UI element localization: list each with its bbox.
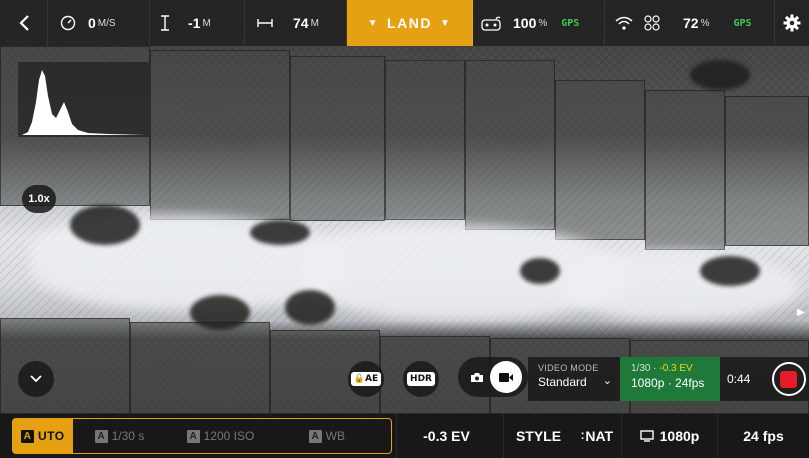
camera-icon: [470, 372, 484, 383]
video-mode-label: VIDEO MODE: [538, 363, 599, 373]
exposure-mode-group: A UTO A 1/30 s A 1200 ISO A WB: [12, 418, 392, 454]
iso-button[interactable]: A 1200 ISO: [186, 419, 309, 453]
top-status-bar: 0 M/S -1 M 74 M ▼ LAND ▼ 100 % GPS 72 % …: [0, 0, 809, 46]
speed-unit: M/S: [97, 17, 116, 29]
picture-style-value: NAT: [585, 428, 614, 444]
feed-gabion: [150, 50, 290, 220]
ev-button[interactable]: -0.3 EV: [396, 414, 496, 458]
speed-readout: 0 M/S: [48, 0, 150, 46]
distance-value: 74: [293, 15, 309, 31]
drone-battery-unit: %: [700, 17, 710, 29]
video-icon: [498, 372, 514, 383]
ae-lock-button[interactable]: 🔒AE: [348, 361, 384, 397]
resolution-icon: [639, 430, 654, 442]
controller-gps-indicator: GPS: [561, 17, 580, 29]
feed-seaweed: [190, 295, 250, 330]
ae-lock-text: AE: [365, 374, 379, 384]
altitude-unit: M: [202, 17, 211, 29]
wb-badge: A: [308, 429, 322, 443]
video-mode-selector[interactable]: VIDEO MODE Standard ⌄: [528, 357, 620, 401]
zoom-indicator[interactable]: 1.0x: [22, 185, 56, 213]
picture-style-button[interactable]: ⁚ NAT: [573, 414, 621, 458]
feed-gabion: [385, 60, 465, 220]
feed-seaweed: [690, 60, 750, 90]
shutter-badge: A: [94, 429, 108, 443]
wb-label: WB: [325, 429, 345, 443]
feed-seaweed: [700, 256, 760, 286]
altitude-readout: -1 M: [150, 0, 245, 46]
land-button[interactable]: ▼ LAND ▼: [347, 0, 473, 46]
hdr-label: HDR: [407, 372, 435, 386]
collapse-button[interactable]: [18, 361, 54, 397]
wifi-icon: [615, 16, 633, 30]
recording-timer: 0:44: [720, 357, 768, 401]
resolution-button[interactable]: 1080p: [621, 414, 717, 458]
controller-battery-unit: %: [538, 17, 548, 29]
altitude-value: -1: [188, 15, 201, 31]
back-button[interactable]: [0, 0, 48, 46]
recording-settings-panel[interactable]: 1/30 · -0.3 EV 1080p · 24fps: [620, 357, 720, 401]
stop-icon: [780, 370, 797, 388]
controller-battery: 100: [513, 15, 537, 31]
land-label: LAND: [387, 15, 432, 31]
feed-gabion: [0, 318, 130, 414]
feed-seaweed: [285, 290, 335, 325]
shutter-label: 1/30 s: [111, 429, 145, 443]
chevron-down-icon: [30, 375, 42, 383]
distance-readout: 74 M: [245, 0, 347, 46]
record-ring: [771, 362, 806, 396]
chevron-down-icon: ⌄: [602, 375, 612, 387]
feed-seaweed: [70, 205, 140, 245]
speed-value: 0: [88, 15, 96, 31]
speedometer-icon: [60, 15, 76, 31]
sparkle-icon: ⁚: [580, 430, 585, 441]
drone-battery: 72: [683, 15, 699, 31]
controller-icon: [481, 15, 501, 31]
feed-gabion: [645, 90, 725, 250]
feed-gabion: [725, 96, 809, 246]
histogram-graph: [22, 70, 145, 135]
auto-badge: A: [21, 429, 34, 443]
rec-exposure-line: 1/30 · -0.3 EV: [631, 363, 720, 374]
fps-button[interactable]: 24 fps: [717, 414, 809, 458]
triangle-down-icon: ▼: [439, 17, 452, 29]
video-mode-knob[interactable]: [490, 361, 522, 393]
iso-label: 1200 ISO: [203, 429, 255, 443]
feed-gabion: [290, 56, 385, 221]
triangle-right-icon[interactable]: ▶: [797, 307, 805, 318]
drone-gps-indicator: GPS: [733, 17, 752, 29]
feed-gabion: [130, 322, 270, 414]
resolution-value: 1080p: [659, 428, 700, 444]
rec-ev: -0.3 EV: [659, 363, 693, 374]
controller-status: 100 % GPS: [473, 0, 605, 46]
shutter-speed-button[interactable]: A 1/30 s: [94, 419, 187, 453]
gear-icon: [783, 14, 801, 32]
record-button[interactable]: [768, 357, 809, 401]
histogram[interactable]: [18, 62, 149, 137]
triangle-down-icon: ▼: [367, 17, 380, 29]
white-balance-button[interactable]: A WB: [308, 419, 345, 453]
distance-unit: M: [310, 17, 319, 29]
ae-lock-label: 🔒AE: [350, 372, 382, 386]
auto-exposure-button[interactable]: A UTO: [13, 419, 73, 453]
drone-status: 72 % GPS: [605, 0, 775, 46]
auto-label: UTO: [38, 429, 65, 443]
altitude-icon: [160, 15, 170, 31]
drone-icon: [643, 14, 661, 32]
feed-gabion: [555, 80, 645, 240]
settings-button[interactable]: [775, 0, 809, 46]
iso-badge: A: [186, 429, 200, 443]
rec-format: 1080p · 24fps: [631, 376, 705, 390]
distance-icon: [257, 18, 273, 28]
photo-video-toggle[interactable]: [458, 357, 528, 397]
feed-seaweed: [520, 258, 560, 284]
hdr-button[interactable]: HDR: [403, 361, 439, 397]
feed-gabion: [465, 60, 555, 230]
chevron-left-icon: [18, 14, 30, 32]
feed-seaweed: [250, 220, 310, 245]
rec-shutter: 1/30 ·: [631, 363, 660, 374]
bottom-settings-bar: A UTO A 1/30 s A 1200 ISO A WB -0.3 EV S…: [0, 414, 809, 458]
style-button[interactable]: STYLE: [503, 414, 573, 458]
